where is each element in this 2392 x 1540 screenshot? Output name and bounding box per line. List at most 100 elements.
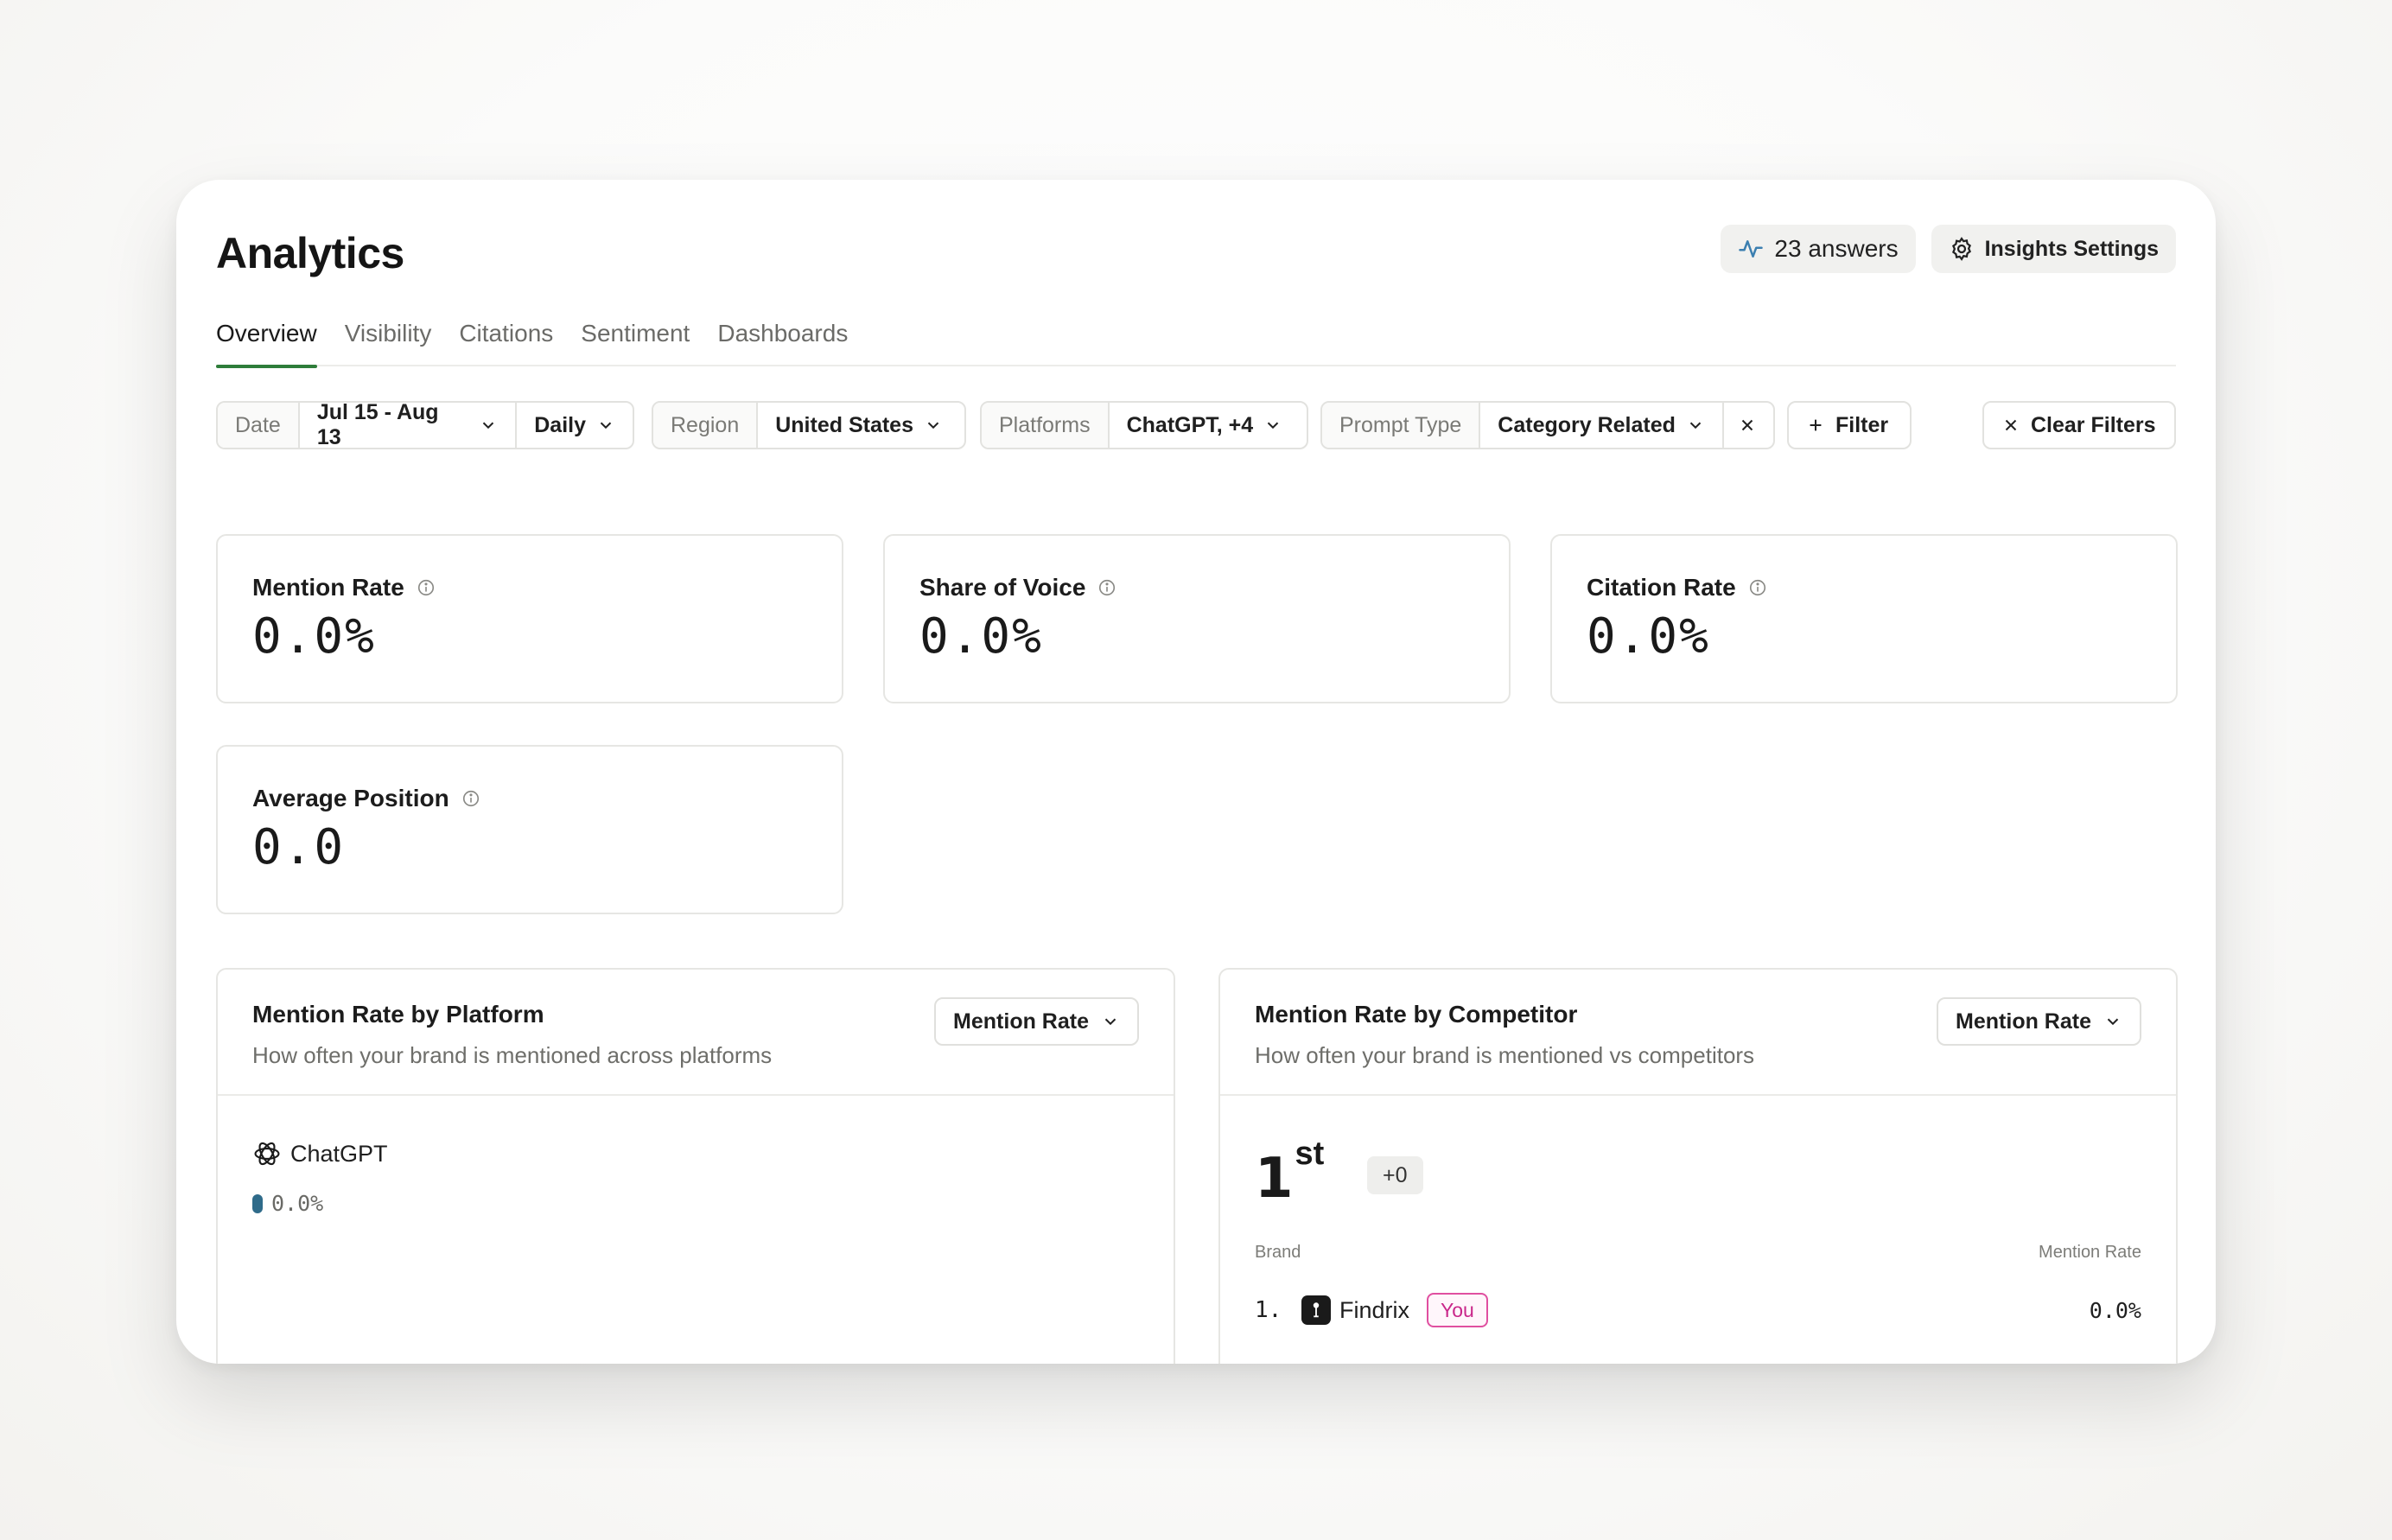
insights-settings-button[interactable]: Insights Settings (1931, 225, 2176, 273)
chevron-down-icon (600, 422, 612, 430)
rank-number: 1 (1255, 1147, 1294, 1211)
average-position-title: Average Position (252, 785, 449, 811)
average-position-card: Average Position 0.0 (216, 745, 843, 914)
chatgpt-logo-icon (254, 1142, 280, 1166)
platform-panel-header: Mention Rate by Platform How often your … (218, 970, 1174, 1096)
platforms-dropdown[interactable]: ChatGPT, +4 (1107, 403, 1301, 448)
prompt-type-filter: Prompt Type Category Related (1320, 401, 1775, 449)
average-position-value: 0.0 (252, 819, 346, 875)
date-range-dropdown[interactable]: Jul 15 - Aug 13 (297, 401, 515, 449)
chevron-down-icon (2107, 1018, 2119, 1026)
add-filter-label: Filter (1835, 412, 1889, 437)
citation-rate-title: Citation Rate (1587, 574, 1736, 601)
tab-sentiment[interactable]: Sentiment (581, 316, 690, 366)
mention-rate-card: Mention Rate 0.0% (216, 534, 843, 703)
date-filter-label: Date (218, 403, 298, 448)
citation-rate-value: 0.0% (1587, 608, 1710, 665)
analytics-window: Analytics 23 answers Insights Settings O… (176, 180, 2216, 1364)
brand-rank: 1 st +0 (1255, 1136, 1423, 1211)
chevron-down-icon (927, 422, 939, 430)
platform-name: ChatGPT (290, 1140, 388, 1167)
platform-panel-subtitle: How often your brand is mentioned across… (252, 1042, 773, 1068)
competitor-panel: Mention Rate by Competitor How often you… (1218, 968, 2178, 1364)
add-filter-content: Filter (1789, 403, 1905, 448)
share-of-voice-card: Share of Voice 0.0% (883, 534, 1511, 703)
platform-panel-title: Mention Rate by Platform (252, 1001, 544, 1028)
activity-icon (1739, 240, 1764, 258)
share-of-voice-value: 0.0% (919, 608, 1043, 665)
table-row[interactable]: 1. Findrix You 0.0% (1255, 1291, 2141, 1329)
platform-bar-chatgpt: 0.0% (252, 1191, 323, 1216)
brand-mention-rate: 0.0% (2089, 1297, 2141, 1323)
platform-bar-fill (252, 1193, 263, 1213)
region-value: United States (775, 412, 913, 437)
brand-index: 1. (1255, 1297, 1282, 1323)
tab-visibility[interactable]: Visibility (345, 316, 432, 366)
answers-button[interactable]: 23 answers (1721, 225, 1916, 273)
chevron-down-icon (483, 422, 494, 430)
page-header: Analytics 23 answers Insights Settings (216, 225, 2176, 280)
date-range-value: Jul 15 - Aug 13 (316, 401, 439, 449)
tab-bar: Overview Visibility Citations Sentiment … (216, 316, 2176, 368)
you-badge: You (1427, 1293, 1488, 1327)
citation-rate-title-row: Citation Rate (1587, 574, 1767, 601)
prompt-type-filter-label: Prompt Type (1322, 403, 1479, 448)
average-position-title-row: Average Position (252, 785, 480, 812)
gear-icon (1951, 237, 1971, 261)
region-filter-label: Region (653, 403, 757, 448)
close-icon (2005, 419, 2017, 431)
chevron-down-icon (1689, 422, 1702, 430)
tab-dashboards[interactable]: Dashboards (717, 316, 848, 366)
chevron-down-icon (1104, 1018, 1116, 1026)
clear-filters-label: Clear Filters (2031, 412, 2156, 437)
filter-bar: Date Jul 15 - Aug 13 Daily Region United… (216, 401, 2176, 451)
prompt-type-dropdown[interactable]: Category Related (1479, 403, 1722, 448)
platforms-value: ChatGPT, +4 (1126, 412, 1254, 437)
info-icon[interactable] (417, 578, 436, 597)
granularity-dropdown[interactable]: Daily (515, 403, 633, 448)
answers-label: 23 answers (1774, 235, 1899, 262)
platforms-filter: Platforms ChatGPT, +4 (980, 401, 1308, 449)
mention-rate-column-header: Mention Rate (2039, 1243, 2141, 1262)
rank-delta-badge: +0 (1367, 1156, 1423, 1194)
mention-rate-value: 0.0% (252, 608, 376, 665)
platform-value: 0.0% (271, 1191, 324, 1216)
brand-name: Findrix (1339, 1296, 1410, 1323)
insights-settings-label: Insights Settings (1984, 236, 2159, 261)
share-of-voice-title-row: Share of Voice (919, 574, 1116, 601)
tab-overview[interactable]: Overview (216, 316, 317, 368)
share-of-voice-title: Share of Voice (919, 574, 1086, 601)
competitor-panel-title: Mention Rate by Competitor (1255, 1001, 1578, 1028)
clear-filters-content: Clear Filters (1984, 403, 2173, 448)
platform-metric-value: Mention Rate (953, 1009, 1089, 1034)
region-filter: Region United States (652, 401, 966, 449)
chevron-down-icon (1267, 422, 1279, 430)
info-icon[interactable] (1748, 578, 1767, 597)
plus-icon (1810, 419, 1822, 431)
region-dropdown[interactable]: United States (756, 403, 960, 448)
info-icon[interactable] (461, 789, 480, 808)
mention-rate-title-row: Mention Rate (252, 574, 436, 601)
info-icon[interactable] (1097, 578, 1116, 597)
tab-citations[interactable]: Citations (459, 316, 553, 366)
date-filter: Date Jul 15 - Aug 13 Daily (216, 401, 634, 449)
remove-prompt-type-filter-button[interactable] (1721, 403, 1771, 448)
prompt-type-value: Category Related (1498, 412, 1676, 437)
platform-metric-dropdown[interactable]: Mention Rate (934, 997, 1139, 1046)
add-filter-button[interactable]: Filter (1787, 401, 1912, 449)
competitor-panel-subtitle: How often your brand is mentioned vs com… (1255, 1042, 1755, 1068)
mention-rate-title: Mention Rate (252, 574, 404, 601)
granularity-value: Daily (534, 412, 586, 437)
competitor-metric-dropdown[interactable]: Mention Rate (1937, 997, 2141, 1046)
platform-row-chatgpt: ChatGPT (252, 1139, 388, 1168)
brand-column-header: Brand (1255, 1243, 1301, 1262)
platform-panel: Mention Rate by Platform How often your … (216, 968, 1175, 1364)
close-icon (1741, 419, 1753, 431)
citation-rate-card: Citation Rate 0.0% (1550, 534, 2178, 703)
rank-suffix: st (1295, 1136, 1325, 1172)
page-title: Analytics (216, 229, 404, 277)
clear-filters-button[interactable]: Clear Filters (1982, 401, 2176, 449)
brand-logo-icon (1301, 1295, 1331, 1325)
platforms-filter-label: Platforms (982, 403, 1108, 448)
competitor-panel-header: Mention Rate by Competitor How often you… (1220, 970, 2176, 1096)
